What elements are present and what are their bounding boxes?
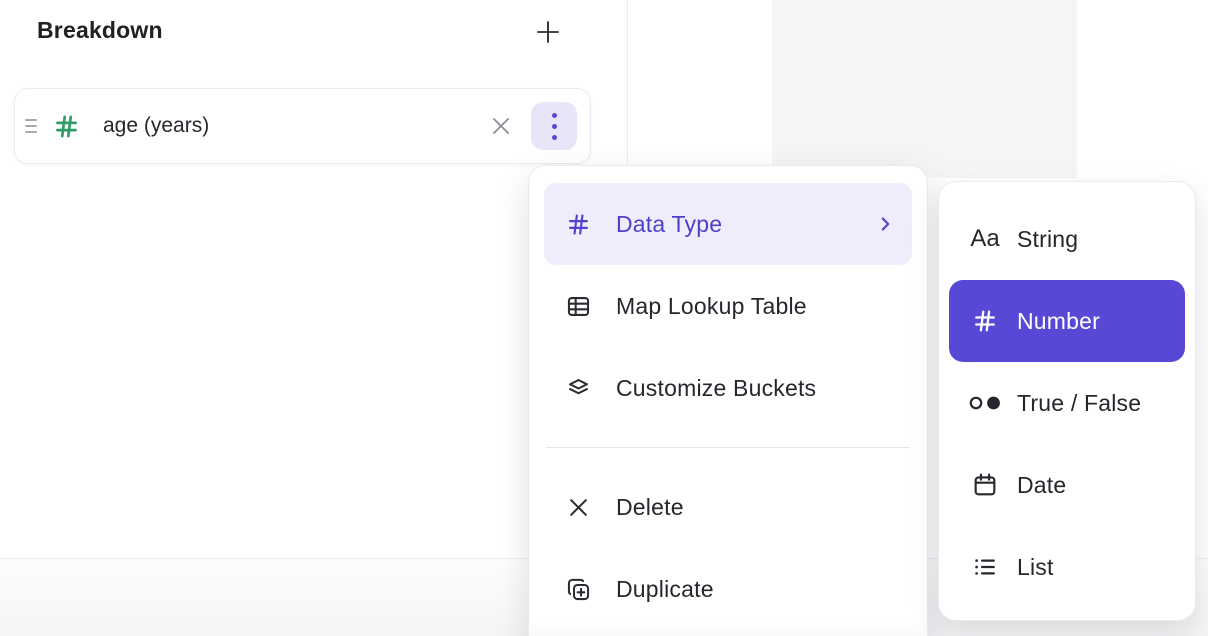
- submenu-item-label: Date: [1017, 472, 1066, 499]
- string-aa-icon: Aa: [968, 227, 1002, 251]
- close-icon: [488, 113, 514, 139]
- submenu-item-label: Number: [1017, 308, 1100, 335]
- menu-item-delete[interactable]: Delete: [544, 466, 912, 548]
- menu-item-label: Customize Buckets: [616, 375, 816, 402]
- submenu-item-true-false[interactable]: True / False: [949, 362, 1185, 444]
- submenu-item-label: String: [1017, 226, 1078, 253]
- menu-item-map-lookup-table[interactable]: Map Lookup Table: [544, 265, 912, 347]
- submenu-item-label: True / False: [1017, 390, 1141, 417]
- add-breakdown-button[interactable]: [528, 12, 568, 52]
- duplicate-icon: [564, 576, 592, 603]
- table-icon: [564, 293, 592, 320]
- submenu-item-date[interactable]: Date: [949, 444, 1185, 526]
- number-type-hash-icon: [52, 112, 81, 141]
- list-icon: [968, 553, 1002, 581]
- menu-item-data-type[interactable]: Data Type: [544, 183, 912, 265]
- x-icon: [564, 494, 592, 521]
- plus-icon: [532, 16, 564, 48]
- chevron-right-icon: [874, 213, 896, 235]
- calendar-icon: [968, 471, 1002, 499]
- submenu-item-string[interactable]: Aa String: [949, 198, 1185, 280]
- menu-item-duplicate[interactable]: Duplicate: [544, 548, 912, 630]
- menu-divider: [546, 447, 910, 448]
- background-chart-column: [772, 0, 1077, 178]
- data-type-submenu: Aa String Number True / False: [938, 181, 1196, 621]
- field-options-button[interactable]: [531, 102, 577, 150]
- submenu-item-label: List: [1017, 554, 1054, 581]
- boolean-circles-icon: [968, 392, 1002, 414]
- submenu-item-list[interactable]: List: [949, 526, 1185, 608]
- menu-item-label: Delete: [616, 494, 684, 521]
- menu-item-label: Duplicate: [616, 576, 714, 603]
- menu-item-label: Data Type: [616, 211, 722, 238]
- remove-field-button[interactable]: [485, 110, 517, 142]
- hash-icon: [968, 307, 1002, 335]
- field-label: age (years): [103, 114, 209, 138]
- menu-item-label: Map Lookup Table: [616, 293, 807, 320]
- page-title: Breakdown: [37, 17, 163, 44]
- drag-handle-icon[interactable]: [23, 113, 39, 139]
- breakdown-field-card[interactable]: age (years): [14, 88, 591, 164]
- submenu-item-number[interactable]: Number: [949, 280, 1185, 362]
- kebab-dots-icon: [552, 113, 557, 140]
- menu-item-customize-buckets[interactable]: Customize Buckets: [544, 347, 912, 429]
- stack-icon: [564, 375, 592, 402]
- field-options-menu: Data Type Map Lookup Table: [528, 165, 928, 636]
- hash-icon: [564, 211, 592, 238]
- breakdown-panel: Breakdown age (years): [0, 0, 1208, 636]
